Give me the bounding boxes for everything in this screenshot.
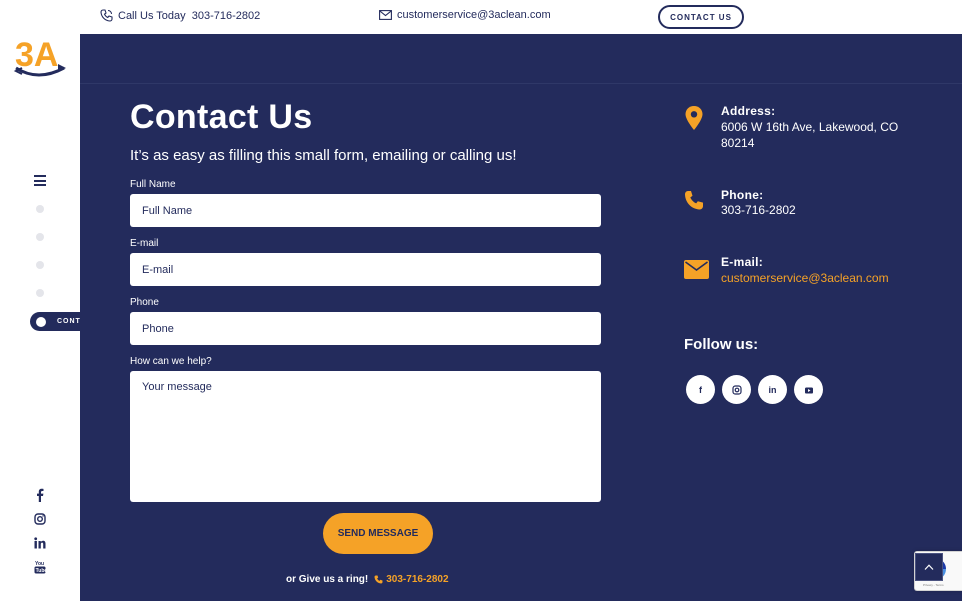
phone-label: Phone bbox=[130, 297, 159, 308]
envelope-icon bbox=[379, 10, 392, 20]
chevron-up-icon bbox=[924, 564, 934, 570]
top-phone[interactable]: Call Us Today 303-716-2802 bbox=[100, 9, 260, 22]
ring-line: or Give us a ring! 303-716-2802 bbox=[286, 574, 449, 585]
nav-dot[interactable] bbox=[36, 205, 44, 213]
facebook-icon[interactable]: f bbox=[686, 375, 715, 404]
page: 3A CONTACT US YouTube Call bbox=[0, 0, 962, 601]
linkedin-icon[interactable]: in bbox=[758, 375, 787, 404]
message-label: How can we help? bbox=[130, 356, 212, 367]
youtube-icon[interactable] bbox=[794, 375, 823, 404]
email-field[interactable] bbox=[130, 253, 601, 286]
top-email-text: customerservice@3aclean.com bbox=[397, 9, 551, 21]
full-name-label: Full Name bbox=[130, 179, 176, 190]
sidebar: 3A CONTACT US YouTube bbox=[0, 0, 128, 601]
full-name-field[interactable] bbox=[130, 194, 601, 227]
follow-us-heading: Follow us: bbox=[684, 336, 759, 353]
address-line2: 80214 bbox=[721, 136, 755, 150]
recaptcha-text: Privacy - Terms bbox=[923, 583, 944, 587]
3a-clean-logo[interactable]: 3A bbox=[12, 30, 70, 84]
hamburger-icon[interactable] bbox=[34, 175, 46, 186]
nav-dot[interactable] bbox=[36, 261, 44, 269]
nav-dot[interactable] bbox=[36, 233, 44, 241]
message-field[interactable] bbox=[130, 371, 601, 502]
back-to-top-button[interactable] bbox=[915, 553, 943, 581]
phone-icon bbox=[374, 575, 383, 584]
email-link[interactable]: customerservice@3aclean.com bbox=[721, 270, 889, 286]
svg-text:You: You bbox=[35, 561, 44, 567]
facebook-icon[interactable] bbox=[33, 488, 47, 502]
email-label: E-mail bbox=[130, 238, 159, 249]
page-subtitle: It’s as easy as filling this small form,… bbox=[130, 147, 517, 164]
phone-icon bbox=[100, 9, 113, 22]
phone-icon bbox=[685, 191, 703, 210]
ring-text: or Give us a ring! bbox=[286, 574, 369, 585]
send-message-button[interactable]: SEND MESSAGE bbox=[323, 513, 433, 554]
youtube-icon[interactable]: You Tube bbox=[33, 560, 47, 574]
phone-value: 303-716-2802 bbox=[721, 203, 796, 217]
contact-us-button[interactable]: CONTACT US bbox=[658, 5, 744, 29]
divider bbox=[80, 83, 962, 84]
phone-label: Phone: bbox=[721, 188, 764, 202]
ring-phone-link[interactable]: 303-716-2802 bbox=[374, 574, 449, 585]
envelope-icon bbox=[684, 260, 709, 279]
top-email[interactable]: customerservice@3aclean.com bbox=[379, 9, 551, 21]
nav-dot[interactable] bbox=[36, 289, 44, 297]
instagram-icon[interactable] bbox=[33, 512, 47, 526]
page-title: Contact Us bbox=[130, 98, 313, 136]
active-indicator bbox=[36, 316, 46, 327]
ring-phone: 303-716-2802 bbox=[386, 574, 449, 585]
top-bar: Call Us Today 303-716-2802 customerservi… bbox=[0, 0, 962, 34]
svg-text:Tube: Tube bbox=[36, 568, 46, 574]
instagram-icon[interactable] bbox=[722, 375, 751, 404]
address-line1: 6006 W 16th Ave, Lakewood, CO bbox=[721, 120, 899, 134]
address-label: Address: bbox=[721, 104, 776, 118]
phone-field[interactable] bbox=[130, 312, 601, 345]
linkedin-icon[interactable] bbox=[33, 536, 47, 550]
top-phone-text: Call Us Today 303-716-2802 bbox=[118, 9, 261, 22]
map-pin-icon bbox=[685, 106, 703, 130]
email-label: E-mail: bbox=[721, 255, 764, 269]
